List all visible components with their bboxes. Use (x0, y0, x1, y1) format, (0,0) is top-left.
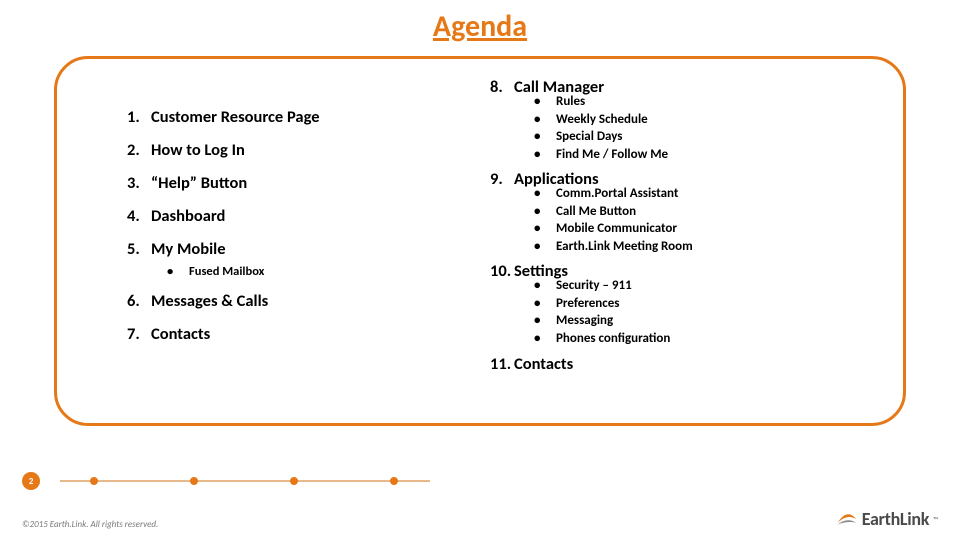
right-column: 8.Call Manager Rules Weekly Schedule Spe… (480, 77, 873, 413)
item-label: Messages & Calls (151, 291, 268, 311)
earthlink-swoosh-icon (836, 511, 858, 527)
sub-item: Phones configuration (534, 330, 873, 348)
agenda-item: 2.How to Log In (127, 140, 480, 160)
left-column: 1.Customer Resource Page 2.How to Log In… (87, 77, 480, 413)
sub-list: Security – 911 Preferences Messaging Pho… (534, 277, 873, 347)
agenda-item: 6.Messages & Calls (127, 291, 480, 311)
columns: 1.Customer Resource Page 2.How to Log In… (57, 59, 903, 423)
sub-item: Weekly Schedule (534, 111, 873, 129)
item-label: How to Log In (151, 140, 245, 160)
item-number: 9. (490, 169, 514, 189)
agenda-item: 5.My Mobile (127, 239, 480, 259)
sub-item: Security – 911 (534, 277, 873, 295)
item-label: My Mobile (151, 239, 226, 259)
item-number: 8. (490, 77, 514, 97)
logo-text: EarthLink (862, 508, 929, 530)
item-label: Dashboard (151, 206, 225, 226)
timeline-dot (190, 477, 198, 485)
agenda-item: 11.Contacts (490, 354, 873, 374)
slide-title: Agenda (0, 0, 960, 45)
item-number: 7. (127, 324, 151, 344)
item-number: 10. (490, 261, 514, 281)
agenda-item: 1.Customer Resource Page (127, 107, 480, 127)
item-label: Customer Resource Page (151, 107, 320, 127)
sub-list: Fused Mailbox (167, 264, 480, 281)
copyright-text: ©2015 Earth.Link. All rights reserved. (22, 519, 158, 530)
content-box: 1.Customer Resource Page 2.How to Log In… (54, 56, 906, 426)
sub-list: Comm.Portal Assistant Call Me Button Mob… (534, 185, 873, 255)
item-number: 2. (127, 140, 151, 160)
sub-item: Mobile Communicator (534, 220, 873, 238)
sub-item: Fused Mailbox (167, 264, 480, 281)
page-number-badge: 2 (22, 472, 40, 490)
sub-item: Find Me / Follow Me (534, 146, 873, 164)
sub-item: Earth.Link Meeting Room (534, 238, 873, 256)
footer: 2 ©2015 Earth.Link. All rights reserved.… (0, 460, 960, 540)
item-number: 1. (127, 107, 151, 127)
agenda-item: 4.Dashboard (127, 206, 480, 226)
agenda-item: 3.“Help” Button (127, 173, 480, 193)
item-number: 4. (127, 206, 151, 226)
item-label: “Help” Button (151, 173, 247, 193)
sub-item: Preferences (534, 295, 873, 313)
timeline-dot (90, 477, 98, 485)
trademark-symbol: ™ (933, 515, 938, 524)
item-number: 11. (490, 354, 514, 374)
item-number: 3. (127, 173, 151, 193)
sub-item: Call Me Button (534, 203, 873, 221)
timeline (60, 480, 430, 482)
sub-list: Rules Weekly Schedule Special Days Find … (534, 93, 873, 163)
sub-item: Comm.Portal Assistant (534, 185, 873, 203)
item-label: Contacts (514, 354, 573, 374)
item-number: 5. (127, 239, 151, 259)
agenda-item: 7.Contacts (127, 324, 480, 344)
item-label: Contacts (151, 324, 210, 344)
sub-item: Special Days (534, 128, 873, 146)
sub-item: Messaging (534, 312, 873, 330)
earthlink-logo: EarthLink ™ (836, 508, 938, 530)
timeline-dot (390, 477, 398, 485)
slide: Agenda 1.Customer Resource Page 2.How to… (0, 0, 960, 540)
timeline-dot (290, 477, 298, 485)
item-number: 6. (127, 291, 151, 311)
sub-item: Rules (534, 93, 873, 111)
